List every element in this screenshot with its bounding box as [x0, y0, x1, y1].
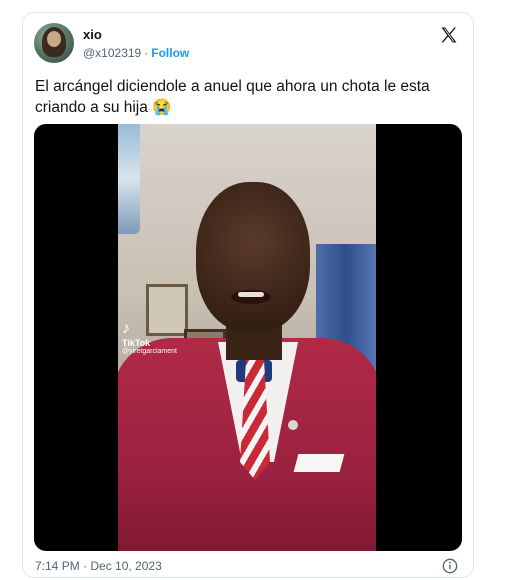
tweet-text: El arcángel diciendole a anuel que ahora…: [35, 78, 430, 116]
avatar[interactable]: [34, 23, 74, 63]
teeth: [238, 292, 264, 297]
video-media[interactable]: ♪ TikTok @yiretgarciament: [34, 124, 462, 551]
pocket-square: [293, 454, 345, 472]
timestamp[interactable]: 7:14 PM · Dec 10, 2023: [35, 559, 162, 573]
lamp: [118, 124, 140, 234]
info-icon[interactable]: [442, 558, 458, 574]
follow-button[interactable]: Follow: [151, 46, 189, 60]
person-head: [196, 182, 310, 332]
separator: ·: [144, 46, 149, 60]
tweet-card: xio @x102319 · Follow El arcángel diciendo…: [22, 12, 474, 578]
tiktok-watermark: ♪ TikTok @yiretgarciament: [122, 320, 177, 355]
author-name[interactable]: xio: [83, 27, 102, 42]
author-meta: @x102319 · Follow: [83, 46, 189, 60]
lapel-pin: [288, 420, 298, 430]
tiktok-user: @yiretgarciament: [122, 348, 177, 355]
author-handle[interactable]: @x102319: [83, 46, 141, 60]
x-logo-icon[interactable]: [439, 25, 459, 45]
tiktok-note-icon: ♪: [122, 320, 130, 337]
tiktok-brand: TikTok: [122, 338, 151, 348]
